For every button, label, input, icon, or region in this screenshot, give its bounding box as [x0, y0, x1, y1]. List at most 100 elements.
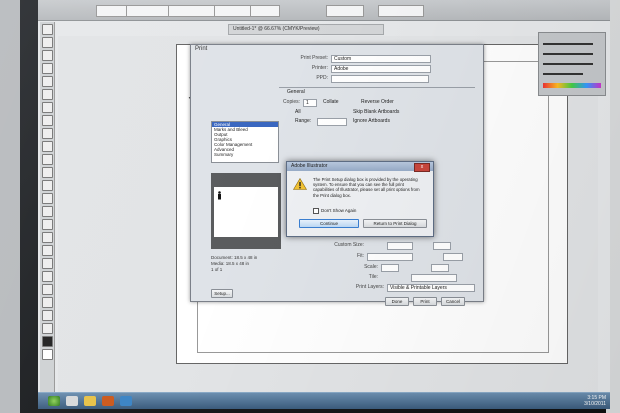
alert-dialog: Adobe Illustrator x The Print Setup dial… [286, 161, 434, 237]
copies-input[interactable]: 1 [303, 99, 317, 107]
document-tab[interactable]: Untitled-1* @ 66.67% (CMYK/Preview) [228, 24, 384, 35]
print-layers-select[interactable]: Visible & Printable Layers [387, 284, 475, 292]
dont-show-again-checkbox[interactable]: Don't Show Again [313, 208, 356, 214]
general-label: General [287, 89, 305, 95]
range-row: Range: Ignore Artboards [295, 118, 390, 126]
print-preview[interactable] [211, 173, 281, 249]
category-item[interactable]: Summary [212, 152, 278, 157]
tile-select[interactable] [411, 274, 457, 282]
category-list[interactable]: General Marks and Bleed Output Graphics … [211, 121, 279, 163]
panel-row [543, 43, 593, 45]
reverse-order-checkbox[interactable]: Reverse Order [361, 99, 394, 105]
print-button[interactable]: Print [413, 297, 437, 306]
graph-tool-icon[interactable] [41, 232, 53, 243]
fit-input[interactable] [443, 253, 463, 261]
rotate-tool-icon[interactable] [41, 167, 53, 178]
control-dropdown-5[interactable] [250, 5, 280, 17]
blend-tool-icon[interactable] [41, 284, 53, 295]
gradient-tool-icon[interactable] [41, 258, 53, 269]
warning-icon [293, 178, 307, 190]
eraser-tool-icon[interactable] [41, 154, 53, 165]
folder-icon[interactable] [84, 396, 96, 406]
artboards-row: All Skip Blank Artboards [295, 109, 399, 116]
scale-tool-icon[interactable] [41, 180, 53, 191]
taskbar-clock[interactable]: 3:15 PM 3/10/2011 [584, 395, 606, 407]
all-radio[interactable]: All [295, 109, 301, 115]
print-preset-label: Print Preset: [300, 55, 328, 61]
free-transform-tool-icon[interactable] [41, 206, 53, 217]
direct-selection-tool-icon[interactable] [41, 37, 53, 48]
browser-icon[interactable] [120, 396, 132, 406]
range-input[interactable] [317, 118, 347, 126]
control-dropdown-4[interactable] [214, 5, 252, 17]
printer-select[interactable]: Adobe [331, 65, 431, 73]
setup-button[interactable]: Setup... [211, 289, 233, 298]
type-tool-icon[interactable] [41, 89, 53, 100]
paintbrush-tool-icon[interactable] [41, 128, 53, 139]
line-tool-icon[interactable] [41, 102, 53, 113]
control-dropdown-6[interactable] [326, 5, 364, 17]
copies-label: Copies: [283, 99, 300, 105]
slice-tool-icon[interactable] [41, 297, 53, 308]
mesh-tool-icon[interactable] [41, 245, 53, 256]
preview-silhouette-icon [218, 191, 221, 200]
page-navigation[interactable]: 1 of 1 [211, 267, 281, 273]
cancel-button[interactable]: Cancel [441, 297, 465, 306]
panel-row [543, 73, 583, 75]
control-dropdown-1[interactable] [96, 5, 128, 17]
ppd-label: PPD: [316, 75, 328, 81]
ppd-select[interactable] [331, 75, 429, 83]
symbol-sprayer-tool-icon[interactable] [41, 219, 53, 230]
done-button[interactable]: Done [385, 297, 409, 306]
collate-checkbox[interactable]: Collate [323, 99, 339, 105]
skip-blank-checkbox[interactable]: Skip Blank Artboards [353, 109, 399, 115]
scale-input[interactable] [381, 264, 399, 272]
background-left [0, 0, 20, 413]
close-icon[interactable]: x [414, 163, 430, 172]
hand-tool-icon[interactable] [41, 310, 53, 321]
magic-wand-tool-icon[interactable] [41, 50, 53, 61]
lasso-tool-icon[interactable] [41, 63, 53, 74]
print-layers-label: Print Layers: [355, 284, 384, 290]
tile-label: Tile: [368, 274, 378, 280]
clock-date: 3/10/2011 [584, 401, 606, 407]
control-dropdown-2[interactable] [126, 5, 172, 17]
fit-select[interactable] [367, 253, 413, 261]
selection-tool-icon[interactable] [41, 24, 53, 35]
custom-width-input[interactable] [387, 242, 413, 250]
eyedropper-tool-icon[interactable] [41, 271, 53, 282]
scale-label: Scale: [364, 264, 378, 270]
pen-tool-icon[interactable] [41, 76, 53, 87]
checkbox-box[interactable] [313, 208, 319, 214]
alert-title: Adobe Illustrator [287, 162, 433, 171]
color-spectrum[interactable] [543, 83, 601, 88]
preview-page [214, 187, 278, 237]
pencil-tool-icon[interactable] [41, 141, 53, 152]
explorer-icon[interactable] [66, 396, 78, 406]
control-dropdown-7[interactable] [378, 5, 424, 17]
custom-size-label: Custom Size: [334, 242, 364, 248]
alert-message: The Print Setup dialog box is provided b… [313, 177, 420, 198]
swatches-panel[interactable] [538, 32, 606, 96]
rectangle-tool-icon[interactable] [41, 115, 53, 126]
fill-color-icon[interactable] [41, 336, 53, 347]
zoom-tool-icon[interactable] [41, 323, 53, 334]
range-radio[interactable]: Range: [295, 118, 311, 124]
continue-button[interactable]: Continue [299, 219, 359, 228]
custom-height-input[interactable] [433, 242, 451, 250]
control-bar [38, 0, 610, 21]
ignore-artboards-checkbox[interactable]: Ignore Artboards [353, 118, 390, 124]
illustrator-icon[interactable] [102, 396, 114, 406]
fit-label: Fit: [357, 253, 364, 259]
control-dropdown-3[interactable] [168, 5, 216, 17]
start-icon[interactable] [48, 396, 60, 406]
taskbar: 3:15 PM 3/10/2011 [38, 392, 610, 409]
print-preset-select[interactable]: Custom [331, 55, 431, 63]
scale-height-input[interactable] [431, 264, 449, 272]
warp-tool-icon[interactable] [41, 193, 53, 204]
general-section-heading: General [287, 89, 305, 96]
return-to-print-dialog-button[interactable]: Return to Print Dialog [363, 219, 427, 228]
stroke-color-icon[interactable] [41, 349, 53, 360]
preview-info: Document: 18.5 x 48 in Media: 18.5 x 48 … [211, 255, 281, 273]
print-dialog-title: Print [195, 46, 208, 52]
